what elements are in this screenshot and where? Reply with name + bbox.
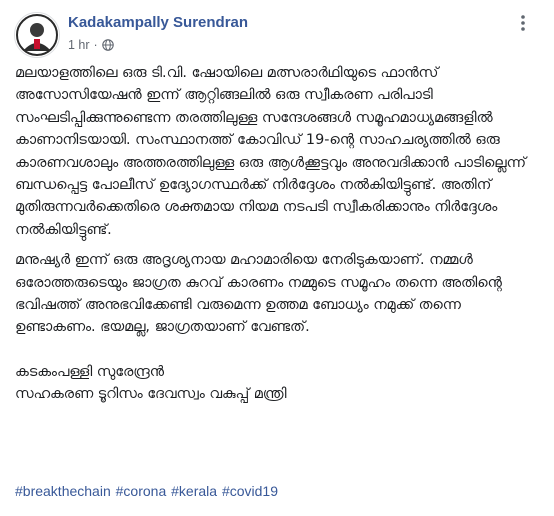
avatar-image xyxy=(15,13,59,57)
post-paragraph-2: മനുഷ്യർ ഇന്ന് ഒരു അദൃശ്യനായ മഹാമാരിയെ നേ… xyxy=(15,252,502,336)
avatar[interactable] xyxy=(14,12,60,58)
post-meta: 1 hr · xyxy=(68,38,114,52)
more-options-icon[interactable] xyxy=(514,12,532,36)
hashtag-list: #breakthechain #corona #kerala #covid19 xyxy=(15,483,279,499)
hashtag-covid19[interactable]: #covid19 xyxy=(222,483,278,499)
globe-icon[interactable] xyxy=(101,39,114,51)
meta-separator: · xyxy=(93,38,98,52)
author-name[interactable]: Kadakampally Surendran xyxy=(68,14,248,31)
signature-name: കടകംപള്ളി സുരേന്ദ്രൻ xyxy=(15,363,164,380)
post-paragraph-1: മലയാളത്തിലെ ഒരു ടി.വി. ഷോയിലെ മത്സരാർഥിയ… xyxy=(15,65,526,238)
signature: കടകംപള്ളി സുരേന്ദ്രൻ സഹകരണ ടൂറിസം ദേവസ്വ… xyxy=(15,361,543,406)
post-header: Kadakampally Surendran 1 hr · xyxy=(14,10,544,58)
facebook-post: Kadakampally Surendran 1 hr · മലയാളത്തില… xyxy=(0,0,554,516)
signature-role: സഹകരണ ടൂറിസം ദേവസ്വം വകുപ്പ് മന്ത്രി xyxy=(15,386,287,403)
post-text: മലയാളത്തിലെ ഒരു ടി.വി. ഷോയിലെ മത്സരാർഥിയ… xyxy=(15,62,543,406)
post-time[interactable]: 1 hr xyxy=(68,38,90,52)
hashtag-breakthechain[interactable]: #breakthechain xyxy=(15,483,111,499)
hashtag-corona[interactable]: #corona xyxy=(116,483,167,499)
hashtag-kerala[interactable]: #kerala xyxy=(171,483,217,499)
